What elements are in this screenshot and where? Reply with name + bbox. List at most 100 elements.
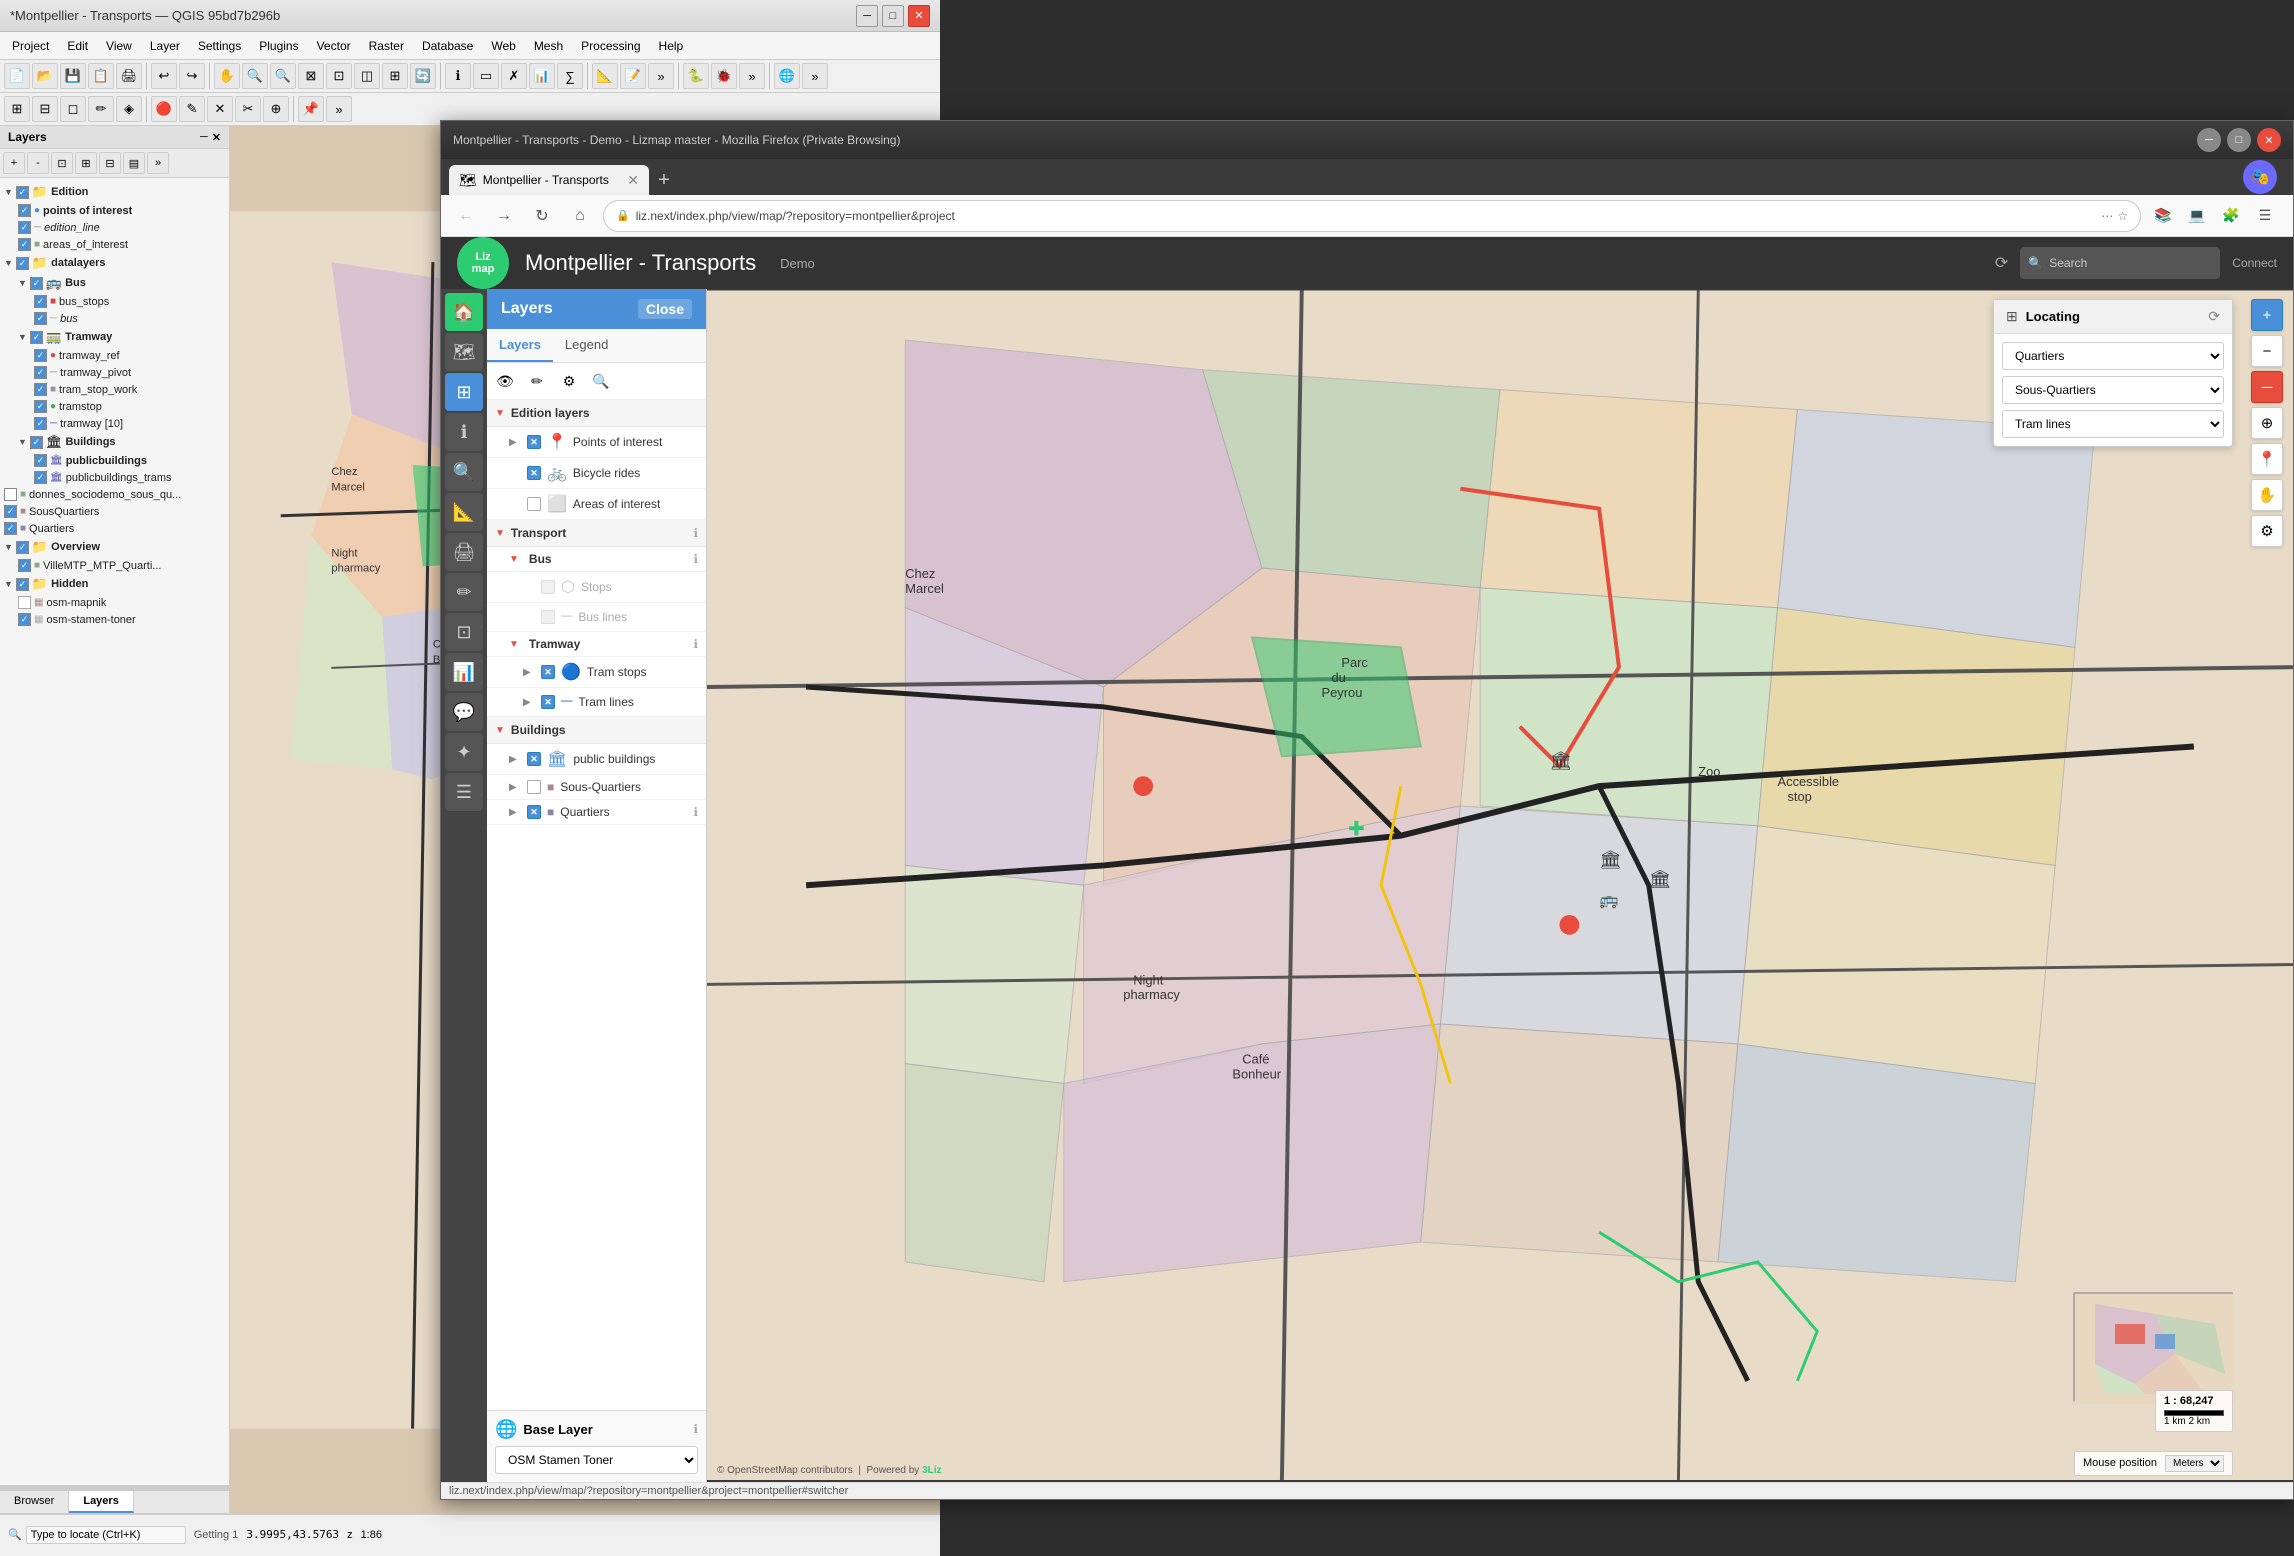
refresh-button[interactable]: ⟳ — [1995, 253, 2008, 273]
tb-more2[interactable]: » — [739, 63, 765, 89]
sq-layer-checkbox[interactable] — [527, 780, 541, 794]
qgis-layer-tramstop[interactable]: ● tramstop — [0, 398, 229, 415]
buildings-group-checkbox[interactable] — [30, 436, 43, 449]
qgis-layer-collapse-all[interactable]: ⊟ — [99, 152, 121, 174]
bus-lines-checkbox[interactable] — [541, 610, 555, 624]
tb-new[interactable]: 📄 — [4, 63, 30, 89]
sidebar-layers-btn[interactable]: ⊞ — [445, 373, 483, 411]
tb2-add[interactable]: ✎ — [179, 96, 205, 122]
qgis-layer-bus-stops[interactable]: ■ bus_stops — [0, 293, 229, 310]
back-button[interactable]: ← — [451, 201, 481, 231]
browser-maximize-btn[interactable]: □ — [2227, 128, 2251, 152]
osm-mapnik-checkbox[interactable] — [18, 596, 31, 609]
tb-python[interactable]: 🐍 — [683, 63, 709, 89]
base-layer-info-btn[interactable]: ℹ — [693, 1422, 698, 1436]
addr-star-icon[interactable]: ⋯ — [2101, 209, 2113, 223]
tram-ref-checkbox[interactable] — [34, 349, 47, 362]
menu-mesh[interactable]: Mesh — [526, 36, 571, 56]
home-button[interactable]: ⌂ — [565, 201, 595, 231]
tramway-info-btn[interactable]: ℹ — [693, 637, 698, 651]
sidebar-feature-btn[interactable]: ✦ — [445, 733, 483, 771]
areas-layer-checkbox[interactable] — [527, 497, 541, 511]
tb-zoom-layer[interactable]: ◫ — [354, 63, 380, 89]
tb-deselect[interactable]: ✗ — [501, 63, 527, 89]
stops-checkbox[interactable] — [541, 580, 555, 594]
tb2-edit[interactable]: ✏ — [88, 96, 114, 122]
qgis-layer-overview-group[interactable]: ▼ 📁 Overview — [0, 537, 229, 557]
tb-debug[interactable]: 🐞 — [711, 63, 737, 89]
tb2-del[interactable]: ✕ — [207, 96, 233, 122]
menu-settings[interactable]: Settings — [190, 36, 249, 56]
tb-field-calc[interactable]: ∑ — [557, 63, 583, 89]
bus-group-checkbox[interactable] — [30, 277, 43, 290]
lizmap-bus-subgroup[interactable]: ▼ Bus ℹ — [487, 547, 706, 572]
sidebar-list-btn[interactable]: ☰ — [445, 773, 483, 811]
tb-save[interactable]: 💾 — [60, 63, 86, 89]
qgis-layer-osm-stamen-toner[interactable]: ▦ osm-stamen-toner — [0, 611, 229, 628]
tramway-group-checkbox[interactable] — [30, 331, 43, 344]
connect-button[interactable]: Connect — [2232, 256, 2277, 270]
tram-lines-expand-btn[interactable]: ▶ — [523, 697, 535, 708]
tram-pivot-checkbox[interactable] — [34, 366, 47, 379]
lizmap-layer-poi[interactable]: ▶ 📍 Points of interest — [487, 427, 706, 458]
bus-info-btn[interactable]: ℹ — [693, 552, 698, 566]
sidebar-info-btn[interactable]: ℹ — [445, 413, 483, 451]
tb-annotation[interactable]: 📝 — [620, 63, 646, 89]
pbt-checkbox[interactable] — [34, 471, 47, 484]
edline-checkbox[interactable] — [18, 221, 31, 234]
tb-geo[interactable]: 🌐 — [774, 63, 800, 89]
rt-hand-btn[interactable]: ✋ — [2251, 479, 2283, 511]
qgis-layer-sousquartiers[interactable]: ■ SousQuartiers — [0, 503, 229, 520]
tb-zoom-in[interactable]: 🔍 — [242, 63, 268, 89]
tb-select[interactable]: ▭ — [473, 63, 499, 89]
qgis-close-button[interactable]: ✕ — [908, 5, 930, 27]
tb2-select2[interactable]: ◻ — [60, 96, 86, 122]
qgis-layer-tramway-10[interactable]: ─ tramway [10] — [0, 415, 229, 432]
lizmap-layer-stops[interactable]: ⬡ Stops — [487, 572, 706, 603]
tb-zoom-out[interactable]: 🔍 — [270, 63, 296, 89]
pb-checkbox[interactable] — [34, 454, 47, 467]
qgis-layer-villemtp[interactable]: ■ VilleMTP_MTP_Quarti... — [0, 557, 229, 574]
qgis-layer-tramway-pivot[interactable]: ─ tramway_pivot — [0, 364, 229, 381]
menu-project[interactable]: Project — [4, 36, 57, 56]
layers-tab[interactable]: Layers — [487, 329, 553, 362]
rt-danger-btn[interactable]: ─ — [2251, 371, 2283, 403]
menu-edit[interactable]: Edit — [59, 36, 96, 56]
menu-web[interactable]: Web — [483, 36, 523, 56]
edition-group-checkbox[interactable] — [16, 186, 29, 199]
q-info-btn[interactable]: ℹ — [693, 805, 698, 819]
tb-zoom-extent[interactable]: ⊠ — [298, 63, 324, 89]
sidebar-chart-btn[interactable]: 📊 — [445, 653, 483, 691]
tb2-dig[interactable]: 🔴 — [151, 96, 177, 122]
lizmap-layers-close-btn[interactable]: Close — [638, 299, 692, 319]
lizmap-layer-areas[interactable]: ⬜ Areas of interest — [487, 489, 706, 520]
qgis-layer-remove[interactable]: - — [27, 152, 49, 174]
qgis-layer-filter2[interactable]: ▤ — [123, 152, 145, 174]
qgis-layer-osm-mapnik[interactable]: ▦ osm-mapnik — [0, 594, 229, 611]
locating-tram-lines-select[interactable]: Tram lines — [2002, 410, 2224, 438]
sidebar-map-btn[interactable]: 🗺 — [445, 333, 483, 371]
menu-view[interactable]: View — [98, 36, 140, 56]
lizmap-layer-bicycle[interactable]: 🚲 Bicycle rides — [487, 458, 706, 489]
tb-zoom-all[interactable]: ⊞ — [382, 63, 408, 89]
donnes-checkbox[interactable] — [4, 488, 17, 501]
tb-measure[interactable]: 📐 — [592, 63, 618, 89]
sidebar-print-btn[interactable]: 🖨 — [445, 533, 483, 571]
bookmarks-button[interactable]: 📚 — [2149, 202, 2177, 230]
qgis-layer-filter[interactable]: ⊡ — [51, 152, 73, 174]
new-tab-button[interactable]: + — [649, 165, 679, 195]
lizmap-search-bar[interactable]: 🔍 Search — [2020, 247, 2220, 279]
rt-zoom-out-btn[interactable]: − — [2251, 335, 2283, 367]
sidebar-zoom-btn[interactable]: ⊡ — [445, 613, 483, 651]
qgis-layer-add[interactable]: + — [3, 152, 25, 174]
tram-lines-checkbox[interactable] — [541, 695, 555, 709]
menu-button[interactable]: ☰ — [2251, 202, 2279, 230]
base-layer-select[interactable]: OSM Stamen Toner OSM Mapnik Empty — [495, 1446, 698, 1474]
menu-help[interactable]: Help — [651, 36, 692, 56]
sq-checkbox[interactable] — [4, 505, 17, 518]
qgis-layer-quartiers[interactable]: ■ Quartiers — [0, 520, 229, 537]
qgis-layer-more[interactable]: » — [147, 152, 169, 174]
rt-zoom-in-btn[interactable]: + — [2251, 299, 2283, 331]
qgis-layer-datalayers-group[interactable]: ▼ 📁 datalayers — [0, 253, 229, 273]
qgis-layer-bus-group[interactable]: ▼ 🚌 Bus — [0, 273, 229, 293]
